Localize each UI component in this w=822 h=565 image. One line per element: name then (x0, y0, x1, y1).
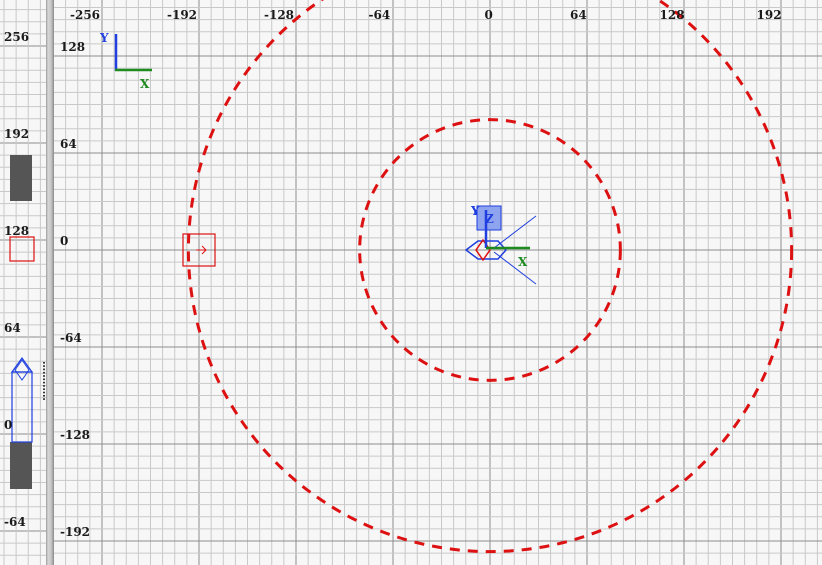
light-entity-icon[interactable] (9, 236, 35, 262)
splitter-grip (43, 391, 45, 394)
side-view-canvas[interactable]: 256 192 128 64 0 -64 (0, 0, 46, 565)
y-tick-label: 192 (4, 127, 29, 141)
splitter-grip (43, 385, 45, 387)
splitter-grip (43, 375, 45, 377)
top-view-canvas[interactable]: YXZYX-256 -192 -128 -64 0 64 128 192128640-64-1… (54, 0, 822, 565)
x-tick-label: 128 (660, 8, 685, 22)
y-tick-label: 128 (4, 224, 29, 238)
legend-x-label: X (140, 77, 150, 91)
camera-z-label: Z (485, 212, 494, 226)
map-editor: 256 192 128 64 0 -64 Y X Z Y X -256 -192 -128 -64 0 64 1… (0, 0, 822, 565)
view-splitter[interactable] (46, 0, 54, 565)
grid (54, 0, 822, 565)
splitter-grip (43, 368, 45, 371)
y-tick-label: -64 (4, 515, 26, 529)
splitter-grip (43, 378, 45, 381)
brush-block[interactable] (10, 442, 32, 489)
camera-y-label: Y (470, 204, 480, 218)
x-tick-label: -192 (167, 8, 197, 22)
y-tick-label: 0 (4, 418, 12, 432)
y-tick-label: 0 (60, 234, 68, 248)
x-tick-label: -256 (70, 8, 100, 22)
y-tick-label: 128 (60, 40, 85, 54)
y-tick-label: 64 (4, 321, 21, 335)
x-tick-label: -64 (369, 8, 391, 22)
y-tick-label: -128 (60, 428, 90, 442)
side-view-panel[interactable]: 256 192 128 64 0 -64 (0, 0, 46, 565)
camera-body-icon (11, 371, 33, 443)
x-tick-label: 64 (570, 8, 587, 22)
top-view-panel[interactable]: Y X Z Y X -256 -192 -128 -64 0 64 128 192 128 64 0 -64 -1… (54, 0, 822, 565)
y-tick-label: 64 (60, 137, 77, 151)
x-tick-label: 0 (485, 8, 493, 22)
splitter-grip (43, 398, 45, 400)
y-tick-label: 256 (4, 30, 29, 44)
camera-x-label: X (518, 255, 528, 269)
splitter-grip (43, 365, 45, 367)
x-tick-label: -128 (264, 8, 294, 22)
camera-icon[interactable] (10, 356, 34, 443)
splitter-grip (43, 388, 45, 390)
splitter-grip (43, 395, 45, 397)
splitter-grip (43, 381, 45, 384)
legend-y-label: Y (99, 31, 109, 45)
splitter-grip (43, 371, 45, 374)
y-tick-label: -192 (60, 525, 90, 539)
brush-block[interactable] (10, 155, 32, 201)
x-tick-label: 192 (757, 8, 782, 22)
y-tick-label: -64 (60, 331, 82, 345)
splitter-grip (43, 362, 45, 364)
axis-gizmo-icon: YX (99, 31, 152, 91)
camera-icon[interactable]: Y X Z (464, 204, 537, 285)
camera-lens-icon (14, 359, 30, 381)
